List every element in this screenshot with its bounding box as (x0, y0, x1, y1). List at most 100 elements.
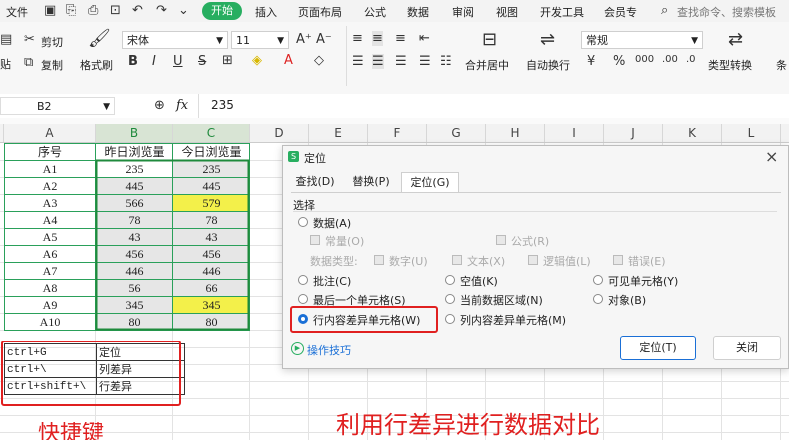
table-cell[interactable]: 446 (173, 263, 250, 279)
play-icon[interactable]: ▶ (291, 342, 304, 355)
radio-row-diff[interactable] (298, 314, 308, 324)
cut-button[interactable]: 剪切 (41, 34, 63, 50)
column-header[interactable]: D (250, 124, 309, 142)
table-header-cell[interactable]: 今日浏览量 (173, 144, 250, 160)
table-cell[interactable]: 56 (96, 280, 173, 296)
tab-member[interactable]: 会员专 (604, 4, 637, 20)
indent-icon[interactable]: ⇤ (419, 31, 430, 46)
bold-icon[interactable]: B (128, 54, 138, 69)
table-cell[interactable]: A7 (4, 263, 96, 279)
clear-icon[interactable]: ◇ (314, 53, 324, 68)
table-cell[interactable]: 456 (96, 246, 173, 262)
column-header[interactable]: B (96, 124, 173, 142)
type-convert-button[interactable]: 类型转换 (708, 57, 752, 73)
thousands-icon[interactable]: 000 (635, 54, 654, 65)
type-convert-icon[interactable]: ⇄ (728, 29, 743, 50)
align-middle-icon[interactable]: ≡ (372, 31, 383, 46)
table-cell[interactable]: A9 (4, 297, 96, 313)
radio-current-region[interactable] (445, 294, 455, 304)
radio-current-region-label[interactable]: 当前数据区域(N) (460, 292, 543, 308)
column-header[interactable]: K (663, 124, 722, 142)
table-cell[interactable]: 579 (173, 195, 250, 211)
table-cell[interactable]: 566 (96, 195, 173, 211)
column-header[interactable]: H (486, 124, 545, 142)
border-icon[interactable]: ⊞ (222, 53, 233, 68)
radio-objects-label[interactable]: 对象(B) (608, 292, 646, 308)
table-cell[interactable]: A5 (4, 229, 96, 245)
column-header[interactable]: G (427, 124, 486, 142)
tab-replace[interactable]: 替换(P) (347, 172, 395, 192)
table-cell[interactable]: 456 (173, 246, 250, 262)
table-header-cell[interactable]: 序号 (4, 144, 96, 160)
wrap-text-button[interactable]: 自动换行 (526, 57, 570, 73)
table-cell[interactable]: 445 (96, 178, 173, 194)
tab-review[interactable]: 审阅 (452, 4, 474, 20)
radio-blank-label[interactable]: 空值(K) (460, 273, 498, 289)
font-size-select[interactable]: 11 ▼ (231, 31, 289, 49)
radio-col-diff-label[interactable]: 列内容差异单元格(M) (460, 312, 566, 328)
radio-data[interactable] (298, 217, 308, 227)
align-top-icon[interactable]: ≡ (352, 31, 363, 46)
checkbox-constant[interactable] (310, 235, 320, 245)
radio-last-cell[interactable] (298, 294, 308, 304)
radio-comment-label[interactable]: 批注(C) (313, 273, 351, 289)
copy-icon[interactable]: ⧉ (24, 55, 33, 70)
table-cell[interactable]: 345 (96, 297, 173, 313)
table-cell[interactable]: 345 (173, 297, 250, 313)
align-bottom-icon[interactable]: ≡ (395, 31, 406, 46)
column-header[interactable]: E (309, 124, 368, 142)
menu-file[interactable]: 文件 (6, 4, 28, 20)
function-icon[interactable]: fx (176, 98, 188, 113)
table-cell[interactable]: 43 (173, 229, 250, 245)
column-header[interactable]: F (368, 124, 427, 142)
justify-icon[interactable]: ☰ (419, 54, 431, 69)
column-header[interactable]: A (4, 124, 96, 142)
table-cell[interactable]: A2 (4, 178, 96, 194)
table-cell[interactable]: 80 (173, 314, 250, 330)
tab-page-layout[interactable]: 页面布局 (298, 4, 342, 20)
close-icon[interactable]: × (765, 147, 778, 166)
merge-center-button[interactable]: 合并居中 (465, 57, 509, 73)
column-header[interactable]: C (173, 124, 250, 142)
tab-start[interactable]: 开始 (202, 2, 242, 20)
decrease-decimal-icon[interactable]: .0 (686, 54, 696, 65)
italic-icon[interactable]: I (152, 54, 156, 69)
paste-label[interactable]: 贴 (0, 56, 11, 72)
copy-button[interactable]: 复制 (41, 57, 63, 73)
tab-goto[interactable]: 定位(G) (401, 172, 459, 193)
radio-row-diff-label[interactable]: 行内容差异单元格(W) (313, 312, 420, 328)
export-icon[interactable]: ⎘ (66, 3, 76, 18)
percent-icon[interactable]: % (613, 54, 625, 69)
table-cell[interactable]: 43 (96, 229, 173, 245)
undo-icon[interactable]: ↶ (132, 3, 143, 18)
goto-button[interactable]: 定位(T) (620, 336, 696, 360)
column-header[interactable]: L (722, 124, 781, 142)
number-format-select[interactable]: 常规 ▼ (581, 31, 703, 49)
underline-icon[interactable]: U (173, 54, 183, 69)
font-color-icon[interactable]: A (284, 53, 293, 68)
radio-col-diff[interactable] (445, 314, 455, 324)
table-cell[interactable]: A10 (4, 314, 96, 330)
radio-objects[interactable] (593, 294, 603, 304)
name-box[interactable]: B2 ▼ (0, 97, 115, 115)
table-header-cell[interactable]: 昨日浏览量 (96, 144, 173, 160)
search-input[interactable]: 查找命令、搜索模板 (677, 4, 776, 20)
table-cell[interactable]: 66 (173, 280, 250, 296)
align-left-icon[interactable]: ☰ (352, 54, 364, 69)
merge-center-icon[interactable]: ⊟ (482, 29, 497, 50)
increase-decimal-icon[interactable]: .00 (662, 54, 678, 65)
radio-data-label[interactable]: 数据(A) (313, 215, 351, 231)
zoom-icon[interactable]: ⊕ (154, 98, 165, 113)
table-cell[interactable]: A1 (4, 161, 96, 177)
tab-developer[interactable]: 开发工具 (540, 4, 584, 20)
checkbox-error[interactable] (613, 255, 623, 265)
table-cell[interactable]: 446 (96, 263, 173, 279)
dropdown-icon[interactable]: ⌄ (178, 3, 189, 18)
checkbox-logical[interactable] (528, 255, 538, 265)
font-name-select[interactable]: 宋体 ▼ (122, 31, 228, 49)
cut-icon[interactable]: ✂ (24, 32, 35, 47)
checkbox-formula[interactable] (496, 235, 506, 245)
checkbox-text[interactable] (452, 255, 462, 265)
table-cell[interactable]: 80 (96, 314, 173, 330)
table-cell[interactable]: 445 (173, 178, 250, 194)
